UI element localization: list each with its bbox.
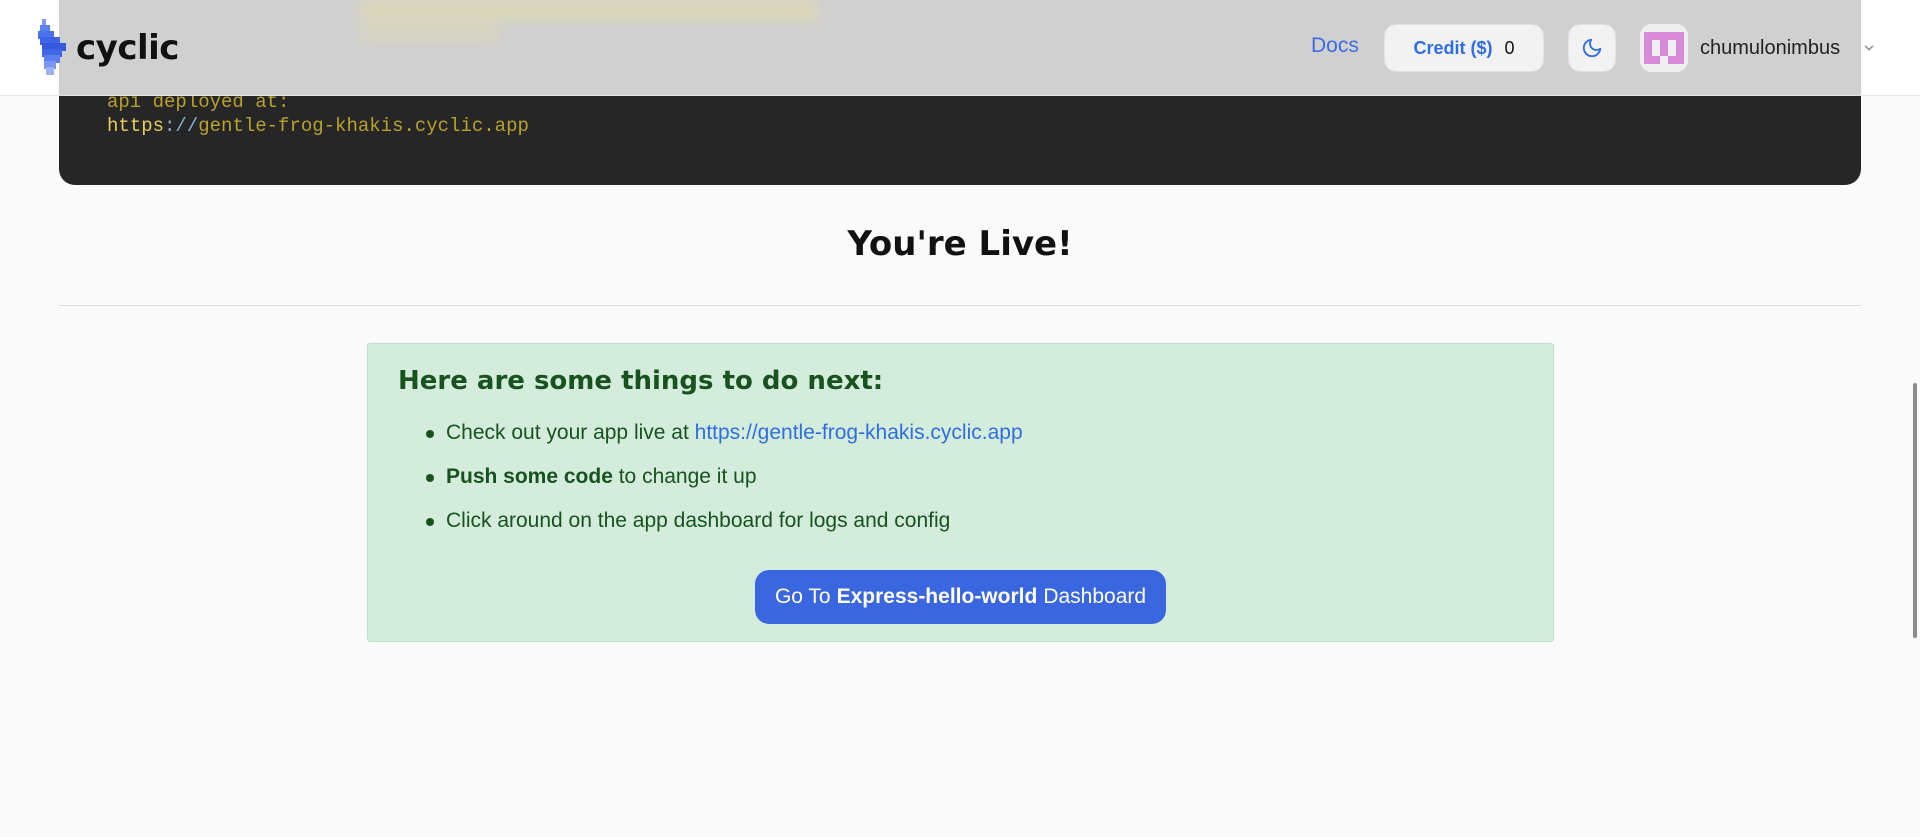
credit-button[interactable]: Credit ($) 0	[1384, 24, 1544, 72]
moon-icon	[1582, 38, 1602, 58]
chevron-down-icon	[1864, 45, 1874, 51]
theme-toggle-button[interactable]	[1568, 24, 1616, 72]
url-separator: ://	[164, 115, 199, 137]
list-item-text: Check out your app live at	[446, 421, 695, 444]
cyclic-logo[interactable]: cyclic	[36, 16, 179, 80]
scrollbar-thumb[interactable]	[1913, 383, 1917, 638]
live-app-link[interactable]: https://gentle-frog-khakis.cyclic.app	[695, 421, 1023, 444]
next-steps-panel: Here are some things to do next: Check o…	[367, 343, 1554, 642]
next-steps-list: Check out your app live at https://gentl…	[398, 420, 1023, 552]
deploy-log-url: https://gentle-frog-khakis.cyclic.app	[107, 114, 1861, 138]
credit-label: Credit ($)	[1413, 37, 1493, 58]
credit-value: 0	[1504, 37, 1515, 58]
top-nav: cyclic Docs Credit ($) 0 chumulonimbus	[0, 0, 1920, 96]
go-to-dashboard-button[interactable]: Go To Express-hello-world Dashboard	[755, 570, 1166, 624]
list-item-text: Click around on the app dashboard for lo…	[446, 509, 951, 532]
page-title: You're Live!	[847, 224, 1073, 264]
avatar	[1640, 24, 1688, 72]
button-suffix: Dashboard	[1043, 585, 1147, 608]
url-host: gentle-frog-khakis.cyclic.app	[198, 115, 529, 137]
list-item-bold-text: Push some code	[446, 465, 613, 488]
button-prefix: Go To	[774, 585, 831, 608]
section-divider	[59, 305, 1861, 306]
username: chumulonimbus	[1700, 36, 1841, 59]
identicon-avatar	[1640, 24, 1688, 72]
docs-link[interactable]: Docs	[1311, 34, 1359, 58]
user-menu[interactable]: chumulonimbus	[1640, 24, 1876, 72]
button-app-name: Express-hello-world	[836, 585, 1038, 608]
logo-text: cyclic	[76, 28, 179, 68]
url-protocol: https	[107, 115, 165, 137]
list-item-text: to change it up	[612, 465, 757, 488]
list-item: Click around on the app dashboard for lo…	[426, 508, 1023, 552]
cyclic-logo-icon	[38, 19, 66, 75]
list-item: Check out your app live at https://gentl…	[426, 420, 1023, 464]
next-steps-heading: Here are some things to do next:	[398, 366, 884, 396]
list-item: Push some code to change it up	[426, 464, 1023, 508]
